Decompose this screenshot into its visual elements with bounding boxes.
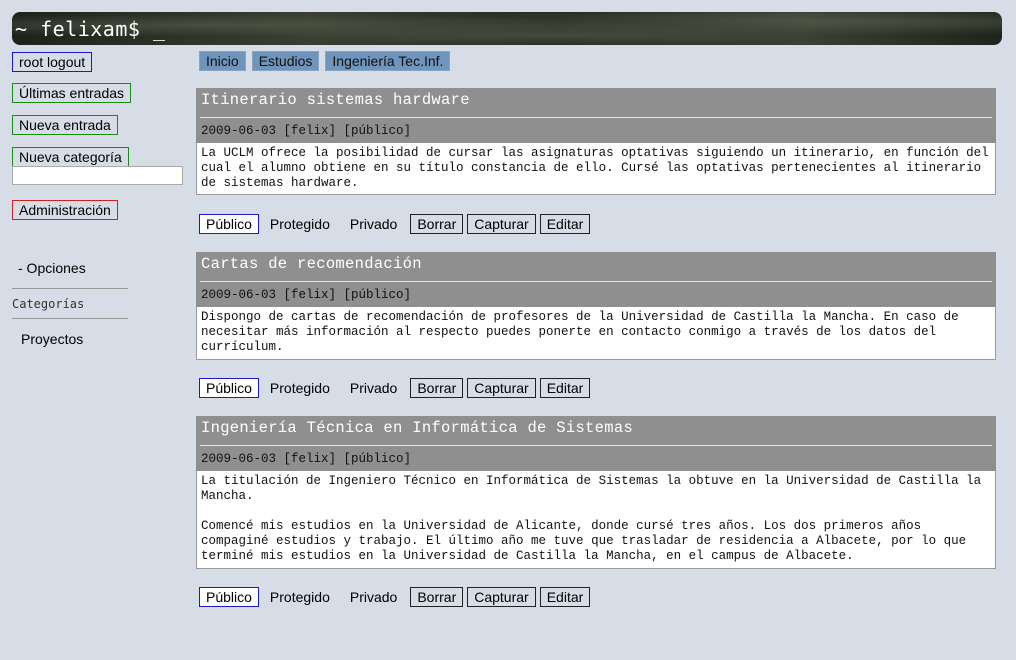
post-body: La UCLM ofrece la posibilidad de cursar … (196, 143, 996, 195)
post-actions: Público Protegido Privado Borrar Captura… (199, 378, 594, 398)
public-button[interactable]: Público (199, 378, 259, 398)
edit-button[interactable]: Editar (539, 378, 591, 398)
post-meta: 2009-06-03 [felix] [público] (201, 288, 412, 302)
header-banner: ~ felixam$ _ (12, 12, 1002, 45)
post-meta: 2009-06-03 [felix] [público] (201, 452, 412, 466)
public-button[interactable]: Público (199, 214, 259, 234)
post: Cartas de recomendación 2009-06-03 [feli… (196, 252, 996, 360)
post: Itinerario sistemas hardware 2009-06-03 … (196, 88, 996, 195)
breadcrumb-inicio[interactable]: Inicio (199, 51, 246, 71)
capture-button[interactable]: Capturar (467, 587, 536, 607)
post-meta: 2009-06-03 [felix] [público] (201, 124, 412, 138)
post-paragraph: La UCLM ofrece la posibilidad de cursar … (201, 146, 989, 190)
post-header: Cartas de recomendación 2009-06-03 [feli… (196, 252, 996, 307)
root-logout-button[interactable]: root logout (12, 52, 93, 72)
new-category-input[interactable] (12, 166, 183, 185)
edit-button[interactable]: Editar (539, 587, 591, 607)
breadcrumb-ingenieria[interactable]: Ingeniería Tec.Inf. (325, 51, 451, 71)
private-button[interactable]: Privado (343, 214, 404, 234)
post-paragraph: Comencé mis estudios en la Universidad d… (201, 519, 967, 563)
breadcrumb: Inicio Estudios Ingeniería Tec.Inf. (199, 51, 451, 71)
new-category-button[interactable]: Nueva categoría (12, 147, 129, 167)
protected-button[interactable]: Protegido (263, 214, 337, 234)
category-item-proyectos[interactable]: Proyectos (21, 331, 83, 347)
private-button[interactable]: Privado (343, 587, 404, 607)
divider (12, 288, 128, 289)
new-entry-button[interactable]: Nueva entrada (12, 115, 118, 135)
post-actions: Público Protegido Privado Borrar Captura… (199, 214, 594, 234)
site-title: ~ felixam$ _ (15, 17, 166, 41)
administration-button[interactable]: Administración (12, 200, 118, 220)
post-header: Ingeniería Técnica en Informática de Sis… (196, 416, 996, 471)
capture-button[interactable]: Capturar (467, 214, 536, 234)
options-link[interactable]: - Opciones (18, 260, 86, 276)
post-title[interactable]: Cartas de recomendación (201, 255, 422, 273)
categories-heading: Categorías (12, 297, 85, 311)
protected-button[interactable]: Protegido (263, 587, 337, 607)
edit-button[interactable]: Editar (539, 214, 591, 234)
latest-entries-button[interactable]: Últimas entradas (12, 83, 132, 103)
breadcrumb-estudios[interactable]: Estudios (251, 51, 320, 71)
public-button[interactable]: Público (199, 587, 259, 607)
post-header: Itinerario sistemas hardware 2009-06-03 … (196, 88, 996, 143)
post-paragraph: Dispongo de cartas de recomendación de p… (201, 310, 959, 354)
post-title[interactable]: Itinerario sistemas hardware (201, 91, 470, 109)
post-body: Dispongo de cartas de recomendación de p… (196, 307, 996, 360)
post-actions: Público Protegido Privado Borrar Captura… (199, 587, 594, 607)
delete-button[interactable]: Borrar (410, 587, 464, 607)
capture-button[interactable]: Capturar (467, 378, 536, 398)
post: Ingeniería Técnica en Informática de Sis… (196, 416, 996, 569)
delete-button[interactable]: Borrar (410, 214, 464, 234)
private-button[interactable]: Privado (343, 378, 404, 398)
delete-button[interactable]: Borrar (410, 378, 464, 398)
post-title[interactable]: Ingeniería Técnica en Informática de Sis… (201, 419, 633, 437)
post-body: La titulación de Ingeniero Técnico en In… (196, 471, 996, 569)
divider (12, 318, 128, 319)
protected-button[interactable]: Protegido (263, 378, 337, 398)
post-paragraph: La titulación de Ingeniero Técnico en In… (201, 474, 982, 503)
